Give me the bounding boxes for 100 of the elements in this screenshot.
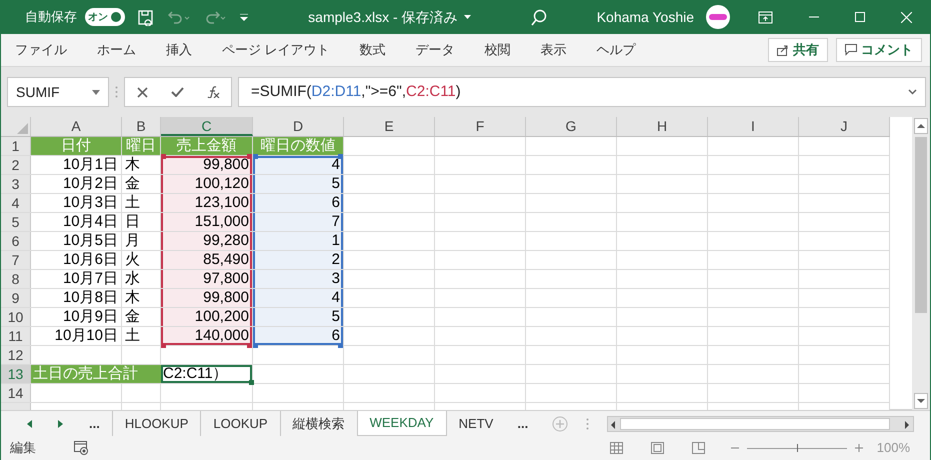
insert-function-icon[interactable] (206, 86, 220, 98)
add-sheet-icon[interactable] (552, 416, 568, 432)
table-cell: 99,800 (161, 156, 253, 174)
column-header[interactable]: C (161, 117, 253, 136)
row-header[interactable]: 10 (1, 308, 31, 326)
row-header[interactable]: 3 (1, 175, 31, 193)
table-cell: 10月2日 (31, 175, 122, 193)
table-cell: 10月1日 (31, 156, 122, 174)
zoom-in-icon[interactable] (854, 444, 863, 452)
ribbon-tab[interactable]: ページ レイアウト (222, 40, 330, 60)
comment-button[interactable]: コメント (836, 38, 922, 62)
table-cell: 123,100 (161, 194, 253, 212)
column-header[interactable]: H (617, 117, 708, 136)
table-cell: 金 (122, 175, 161, 193)
page-layout-icon[interactable] (650, 442, 664, 454)
ribbon-tab[interactable]: 挿入 (166, 40, 192, 60)
header-cell: 曜日 (122, 137, 161, 155)
table-cell: 6 (253, 327, 344, 345)
table-cell: 99,280 (161, 232, 253, 250)
row-header[interactable]: 1 (1, 137, 31, 155)
column-header[interactable]: D (253, 117, 344, 136)
table-cell: 木 (122, 289, 161, 307)
table-cell: 6 (253, 194, 344, 212)
sheet-tab[interactable]: WEEKDAY (356, 410, 446, 436)
scroll-thumb[interactable] (915, 137, 927, 313)
row-header[interactable]: 14 (1, 384, 31, 402)
header-cell: 曜日の数値 (253, 137, 344, 155)
row-header[interactable]: 13 (1, 365, 31, 383)
table-cell: 日 (122, 213, 161, 231)
column-header[interactable]: F (435, 117, 526, 136)
column-header[interactable]: A (31, 117, 122, 136)
row-header[interactable]: 9 (1, 289, 31, 307)
table-cell: 10月6日 (31, 251, 122, 269)
column-header[interactable]: E (344, 117, 435, 136)
table-cell: 3 (253, 270, 344, 288)
scroll-up-icon[interactable] (914, 118, 928, 134)
scroll-thumb[interactable] (620, 418, 890, 430)
range-handle[interactable] (161, 154, 166, 159)
row-header[interactable]: 6 (1, 232, 31, 250)
avatar[interactable] (706, 5, 730, 29)
ribbon-tab[interactable]: 表示 (540, 40, 567, 60)
column-header[interactable]: I (708, 117, 799, 136)
ribbon-display-icon[interactable] (758, 10, 774, 24)
search-icon[interactable] (530, 8, 547, 26)
page-break-icon[interactable] (692, 442, 705, 454)
table-cell: 85,490 (161, 251, 253, 269)
table-cell: 7 (253, 213, 344, 231)
ribbon-tab[interactable]: データ (416, 40, 455, 60)
enter-check-icon[interactable] (170, 87, 184, 97)
range-handle[interactable] (338, 343, 343, 348)
table-cell: 土 (122, 194, 161, 212)
row-header[interactable]: 12 (1, 346, 31, 364)
scroll-right-icon[interactable] (58, 420, 63, 428)
scroll-down-icon[interactable] (914, 393, 928, 409)
column-header[interactable]: G (526, 117, 617, 136)
drag-handle-icon (115, 86, 118, 98)
table-cell: 10月8日 (31, 289, 122, 307)
table-cell: 100,120 (161, 175, 253, 193)
ribbon-tab[interactable]: ヘルプ (596, 40, 636, 60)
autosave-toggle[interactable]: オン (85, 8, 125, 26)
range-handle[interactable] (249, 380, 254, 385)
row-header[interactable]: 11 (1, 327, 31, 345)
normal-view-icon[interactable] (610, 442, 623, 454)
ribbon-tab[interactable]: ファイル (15, 40, 67, 60)
name-box[interactable]: SUMIF (7, 77, 109, 107)
table-cell: 10月3日 (31, 194, 122, 212)
more-sheets-button[interactable]: ... (505, 410, 540, 436)
save-icon[interactable] (137, 8, 154, 26)
table-cell: 10月10日 (31, 327, 122, 345)
row-header[interactable]: 5 (1, 213, 31, 231)
table-cell: 151,000 (161, 213, 253, 231)
close-icon[interactable] (901, 12, 912, 22)
formula-bar[interactable]: =SUMIF(D2:D11,">=6",C2:C11) (238, 77, 926, 107)
customize-toolbar-icon[interactable] (240, 14, 248, 20)
cancel-icon[interactable] (136, 86, 148, 98)
ribbon-tab[interactable]: 数式 (360, 40, 386, 60)
splitter-icon[interactable] (586, 418, 590, 430)
range-handle[interactable] (338, 154, 343, 159)
scroll-left-icon[interactable] (27, 420, 32, 428)
table-cell: 140,000 (161, 327, 253, 345)
range-handle[interactable] (161, 343, 166, 348)
ribbon-tab[interactable]: 校閲 (484, 40, 511, 60)
row-header[interactable]: 7 (1, 251, 31, 269)
row-header[interactable]: 4 (1, 194, 31, 212)
expand-icon[interactable] (908, 89, 917, 95)
row-header[interactable]: 2 (1, 156, 31, 174)
document-title[interactable]: sample3.xlsx - 保存済み (308, 6, 471, 28)
horizontal-scrollbar[interactable] (607, 416, 914, 432)
ribbon-tab[interactable]: ホーム (97, 40, 136, 60)
more-sheets-button[interactable]: ... (77, 410, 112, 436)
maximize-icon[interactable] (855, 12, 866, 22)
vertical-scrollbar[interactable] (912, 117, 930, 410)
status-mode: 編集 (10, 439, 36, 458)
dropdown-icon (464, 15, 471, 19)
undo-icon[interactable] (168, 9, 190, 25)
table-cell: 99,800 (161, 289, 253, 307)
row-header[interactable]: 8 (1, 270, 31, 288)
macro-record-icon[interactable] (74, 441, 88, 455)
share-button[interactable]: 共有 (768, 38, 828, 62)
cell-editor[interactable]: C2:C11） (161, 365, 253, 383)
